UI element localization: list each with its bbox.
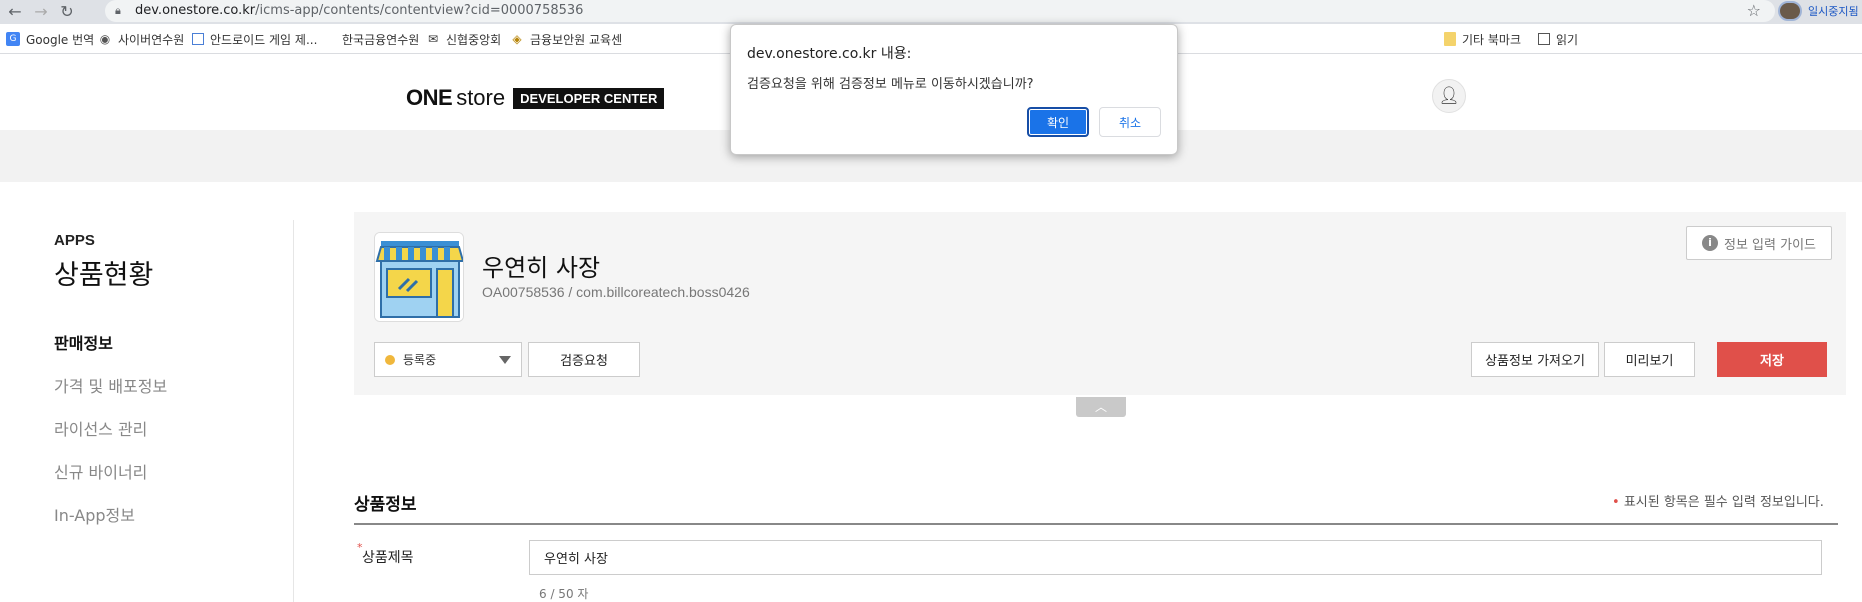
dialog-cancel-button[interactable]: 취소	[1099, 107, 1161, 137]
info-guide-button[interactable]: i 정보 입력 가이드	[1686, 226, 1832, 260]
dialog-ok-button[interactable]: 확인	[1027, 107, 1089, 137]
required-note: • 표시된 항목은 필수 입력 정보입니다.	[1612, 491, 1824, 510]
bookmark-fsec[interactable]: ◈ 금융보안원 교육센	[510, 29, 622, 49]
store-icon	[374, 232, 464, 322]
required-mark: •	[1612, 495, 1620, 510]
url-text: dev.onestore.co.kr/icms-app/contents/con…	[135, 3, 584, 18]
reload-icon[interactable]: ↻	[56, 2, 78, 22]
diamond-icon: ◈	[512, 32, 522, 46]
import-product-info-button[interactable]: 상품정보 가져오기	[1471, 342, 1599, 377]
bookmark-android-game[interactable]: 안드로이드 게임 제...	[192, 29, 317, 49]
sidebar-item-new-binary[interactable]: 신규 바이너리	[54, 459, 147, 483]
app-summary-card: 우연히 사장 OA00758536 / com.billcoreatech.bo…	[354, 212, 1846, 395]
verify-request-button[interactable]: 검증요청	[528, 342, 640, 377]
developer-center-badge: DEVELOPER CENTER	[513, 87, 665, 109]
sidebar-item-inapp[interactable]: In-App정보	[54, 502, 135, 526]
info-guide-label: 정보 입력 가이드	[1724, 237, 1816, 253]
sidebar-item-sales-info[interactable]: 판매정보	[54, 330, 113, 354]
folder-icon	[1444, 32, 1456, 46]
google-translate-icon: G	[6, 32, 20, 46]
logo-one: ONE	[406, 85, 453, 110]
collapse-chevron-up-icon[interactable]: ︿	[1076, 397, 1126, 417]
page-icon	[192, 33, 204, 45]
logo-store: store	[456, 85, 506, 110]
address-bar[interactable]: 🔒︎ dev.onestore.co.kr/icms-app/contents/…	[105, 0, 1775, 22]
user-icon[interactable]: 👤︎	[1432, 79, 1466, 113]
sidebar-item-price-distribution[interactable]: 가격 및 배포정보	[54, 373, 167, 397]
dialog-message: 검증요청을 위해 검증정보 메뉴로 이동하시겠습니까?	[747, 77, 1034, 92]
avatar	[1778, 1, 1802, 21]
section-title: 상품정보	[354, 495, 417, 515]
status-select[interactable]: 등록중	[374, 342, 522, 377]
char-count: 6 / 50 자	[539, 587, 589, 601]
bookmark-other[interactable]: 기타 북마크	[1444, 29, 1521, 49]
bookmark-label: 금융보안원 교육센	[530, 32, 623, 47]
onestore-logo[interactable]: ONE store DEVELOPER CENTER	[406, 85, 665, 111]
product-title-input[interactable]: 우연히 사장	[529, 540, 1822, 575]
bookmark-label: 신협중앙회	[446, 32, 502, 47]
preview-button[interactable]: 미리보기	[1604, 342, 1695, 377]
dialog-title: dev.onestore.co.kr 내용:	[747, 46, 912, 62]
caret-down-icon	[499, 356, 511, 364]
bookmark-label: 안드로이드 게임 제...	[210, 32, 318, 47]
bookmark-label: 기타 북마크	[1462, 32, 1522, 47]
bookmark-cu[interactable]: ✉ 신협중앙회	[426, 29, 501, 49]
globe-icon: ◉	[99, 32, 111, 46]
sidebar-item-license[interactable]: 라이선스 관리	[54, 416, 147, 440]
sidebar-title: 상품현황	[54, 260, 154, 291]
bookmark-label: 한국금융연수원	[342, 32, 420, 47]
bookmark-reading-list[interactable]: 읽기	[1538, 29, 1578, 49]
bookmark-label: 읽기	[1556, 32, 1579, 47]
confirm-dialog: dev.onestore.co.kr 내용: 검증요청을 위해 검증정보 메뉴로…	[730, 24, 1178, 155]
lock-icon: 🔒︎	[115, 4, 121, 17]
app-name: 우연히 사장	[482, 254, 601, 282]
browser-toolbar: ← → ↻ 🔒︎ dev.onestore.co.kr/icms-app/con…	[0, 0, 1862, 24]
save-button[interactable]: 저장	[1717, 342, 1827, 377]
required-note-text: 표시된 항목은 필수 입력 정보입니다.	[1623, 495, 1824, 510]
field-label-product-title: * 상품제목	[357, 541, 414, 567]
bookmark-cyber[interactable]: ◉ 사이버연수원	[98, 29, 185, 49]
reading-list-icon	[1538, 33, 1550, 45]
profile-button[interactable]: 일시중지됨	[1778, 0, 1859, 22]
field-label-text: 상품제목	[362, 550, 414, 566]
bookmark-google-translate[interactable]: G Google 번역	[6, 29, 94, 49]
mail-icon: ✉	[427, 32, 439, 46]
back-arrow-icon[interactable]: ←	[4, 2, 26, 22]
required-asterisk: *	[357, 541, 363, 554]
sidebar-divider	[293, 220, 294, 602]
bookmark-label: Google 번역	[26, 32, 95, 47]
profile-status: 일시중지됨	[1808, 5, 1859, 18]
section-divider	[354, 523, 1838, 525]
sidebar: APPS 상품현황 판매정보 가격 및 배포정보 라이선스 관리 신규 바이너리…	[54, 232, 294, 525]
bookmark-label: 사이버연수원	[118, 32, 185, 47]
bookmark-star-icon[interactable]: ☆	[1747, 1, 1761, 20]
bookmark-kbi[interactable]: 한국금융연수원	[342, 29, 419, 49]
status-value: 등록중	[403, 353, 437, 367]
info-icon: i	[1702, 235, 1718, 251]
status-dot	[385, 354, 395, 365]
app-id-package: OA00758536 / com.billcoreatech.boss0426	[482, 284, 750, 300]
sidebar-section-label: APPS	[54, 232, 95, 249]
forward-arrow-icon[interactable]: →	[30, 2, 52, 22]
